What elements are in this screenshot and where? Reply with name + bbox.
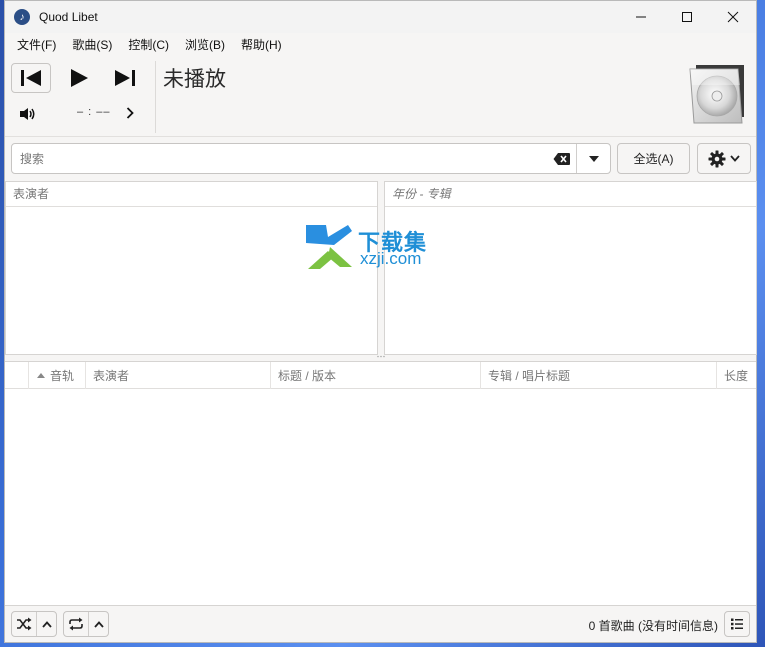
menu-control[interactable]: 控制(C) — [120, 33, 177, 57]
column-header-album[interactable]: 专辑 / 唱片标题 — [481, 362, 717, 389]
playback-controls: – : –– — [5, 57, 153, 136]
shuffle-control — [11, 611, 57, 637]
window-controls — [618, 1, 756, 33]
column-header-title[interactable]: 标题 / 版本 — [271, 362, 481, 389]
search-box — [11, 143, 611, 174]
repeat-button[interactable] — [64, 612, 88, 636]
browser-options-button[interactable] — [697, 143, 751, 174]
menu-browse[interactable]: 浏览(B) — [177, 33, 233, 57]
cover-art[interactable] — [686, 63, 748, 127]
time-display: – : –– — [77, 106, 111, 118]
song-list[interactable]: 音轨 表演者 标题 / 版本 专辑 / 唱片标题 长度 — [5, 361, 756, 605]
list-icon — [731, 618, 743, 630]
repeat-icon — [69, 617, 83, 631]
artist-pane-header[interactable]: 表演者 — [6, 182, 377, 207]
column-header-length[interactable]: 长度 — [717, 362, 756, 389]
now-playing-label: 未播放 — [163, 68, 226, 91]
clear-search-button[interactable] — [548, 145, 576, 173]
previous-button[interactable] — [11, 63, 51, 93]
close-icon — [727, 11, 739, 23]
menu-help[interactable]: 帮助(H) — [233, 33, 290, 57]
column-header-artist[interactable]: 表演者 — [86, 362, 271, 389]
skip-previous-icon — [21, 70, 41, 86]
search-row: 全选(A) — [5, 137, 756, 181]
play-icon — [71, 69, 88, 87]
volume-button[interactable] — [15, 103, 41, 125]
pane-resize-handle[interactable] — [377, 355, 385, 358]
artist-pane[interactable]: 表演者 — [5, 181, 378, 355]
select-all-button[interactable]: 全选(A) — [617, 143, 690, 174]
seek-button[interactable] — [123, 105, 137, 121]
shuffle-button[interactable] — [12, 612, 36, 636]
queue-view-button[interactable] — [724, 611, 750, 637]
clear-icon — [553, 152, 570, 165]
song-count-status: 0 首歌曲 (没有时间信息) — [588, 619, 718, 633]
app-window: ♪ Quod Libet 文件(F) 歌曲(S) 控制(C) 浏览(B) 帮助(… — [4, 0, 757, 643]
window-title: Quod Libet — [39, 10, 98, 24]
browser-panes: 表演者 年份 - 专辑 — [5, 181, 757, 358]
maximize-button[interactable] — [664, 1, 710, 33]
skip-next-icon — [115, 70, 135, 86]
chevron-up-icon — [93, 620, 104, 628]
search-history-dropdown[interactable] — [576, 144, 610, 173]
cd-case-icon — [689, 65, 744, 124]
chevron-down-icon — [730, 155, 740, 162]
play-button[interactable] — [59, 63, 99, 93]
repeat-control — [63, 611, 109, 637]
player-separator — [155, 61, 156, 133]
menu-bar: 文件(F) 歌曲(S) 控制(C) 浏览(B) 帮助(H) — [5, 33, 756, 57]
sort-ascending-icon — [37, 373, 45, 378]
quodlibet-app-icon: ♪ — [14, 9, 30, 25]
column-header-track[interactable]: 音轨 — [29, 362, 86, 389]
gear-icon — [708, 150, 726, 167]
repeat-options-button[interactable] — [88, 612, 108, 636]
maximize-icon — [682, 12, 692, 22]
menu-file[interactable]: 文件(F) — [9, 33, 64, 57]
album-pane-header[interactable]: 年份 - 专辑 — [385, 182, 756, 207]
close-button[interactable] — [710, 1, 756, 33]
column-header-status[interactable] — [5, 362, 29, 389]
minimize-icon — [636, 16, 646, 18]
column-header-track-label: 音轨 — [50, 368, 75, 383]
caret-down-icon — [588, 155, 599, 162]
menu-song[interactable]: 歌曲(S) — [64, 33, 120, 57]
search-input[interactable] — [12, 144, 548, 173]
player-area: – : –– 未播放 — [5, 57, 756, 137]
volume-icon — [20, 108, 35, 120]
chevron-right-icon — [126, 107, 134, 119]
minimize-button[interactable] — [618, 1, 664, 33]
status-bar: 0 首歌曲 (没有时间信息) — [5, 605, 756, 642]
shuffle-options-button[interactable] — [36, 612, 56, 636]
album-pane[interactable]: 年份 - 专辑 — [384, 181, 757, 355]
title-bar: ♪ Quod Libet — [5, 1, 756, 33]
next-button[interactable] — [105, 63, 145, 93]
shuffle-icon — [17, 617, 32, 631]
chevron-up-icon — [41, 620, 52, 628]
song-list-header: 音轨 表演者 标题 / 版本 专辑 / 唱片标题 长度 — [5, 362, 756, 389]
